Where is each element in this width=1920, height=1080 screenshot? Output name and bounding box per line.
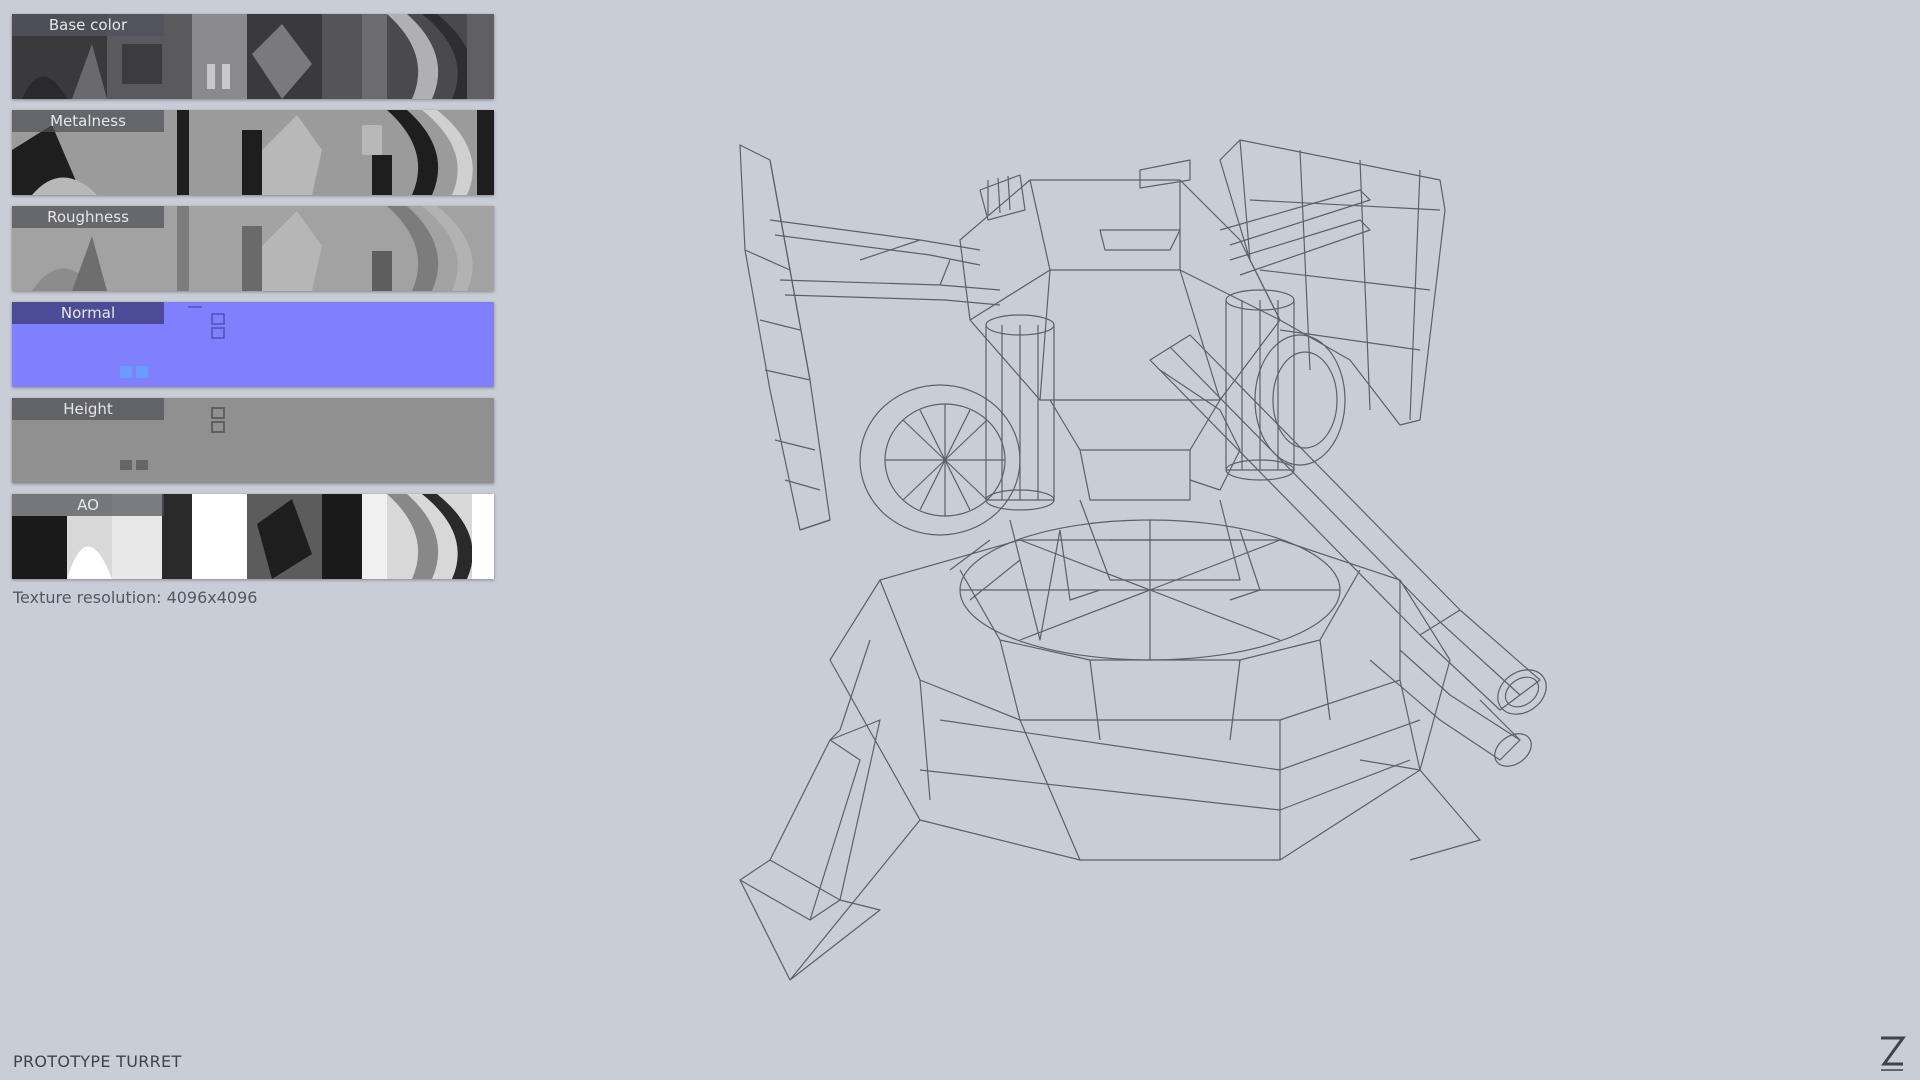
texture-panel-list: Base color Metalness Roughness Normal He… bbox=[12, 14, 494, 590]
texture-label: Base color bbox=[12, 14, 164, 36]
turret-wireframe-viewport[interactable] bbox=[720, 120, 1580, 1000]
z-logo-icon bbox=[1881, 1036, 1906, 1071]
turret-wireframe bbox=[739, 139, 1547, 981]
texture-basecolor[interactable]: Base color bbox=[12, 14, 494, 99]
texture-metalness[interactable]: Metalness bbox=[12, 110, 494, 195]
texture-label: Height bbox=[12, 398, 164, 420]
texture-label: AO bbox=[12, 494, 164, 516]
texture-resolution-text: Texture resolution: 4096x4096 bbox=[13, 588, 258, 607]
texture-ao[interactable]: AO bbox=[12, 494, 494, 579]
texture-label: Normal bbox=[12, 302, 164, 324]
texture-normal[interactable]: Normal bbox=[12, 302, 494, 387]
model-title: PROTOTYPE TURRET bbox=[13, 1052, 182, 1071]
texture-label: Metalness bbox=[12, 110, 164, 132]
texture-label: Roughness bbox=[12, 206, 164, 228]
texture-roughness[interactable]: Roughness bbox=[12, 206, 494, 291]
texture-height[interactable]: Height bbox=[12, 398, 494, 483]
